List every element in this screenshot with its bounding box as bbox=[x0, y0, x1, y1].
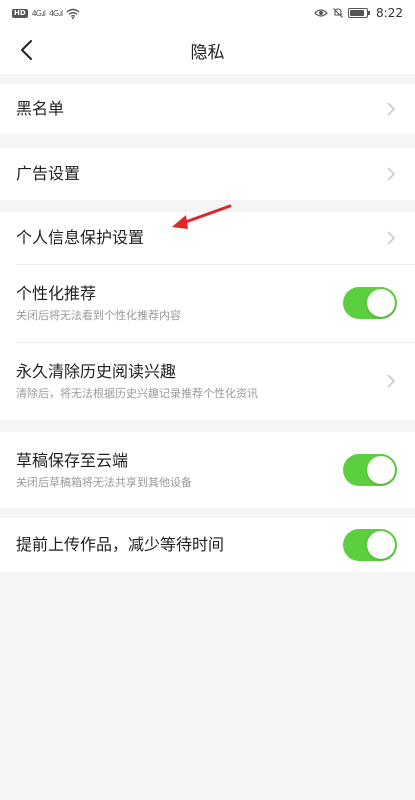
personalized-rec-toggle[interactable] bbox=[343, 287, 397, 319]
blacklist-row[interactable]: 黑名单 bbox=[0, 84, 415, 134]
section-personal: 个人信息保护设置 个性化推荐 关闭后将无法看到个性化推荐内容 永久清除历史阅读兴… bbox=[0, 212, 415, 420]
blacklist-label: 黑名单 bbox=[16, 99, 65, 118]
chevron-right-icon bbox=[381, 374, 395, 388]
personalized-rec-label: 个性化推荐 bbox=[16, 284, 97, 303]
status-time: 8:22 bbox=[376, 6, 403, 20]
toggle-knob bbox=[367, 289, 395, 317]
toggle-knob bbox=[367, 456, 395, 484]
chevron-right-icon bbox=[381, 102, 395, 116]
nav-bar: 隐私 bbox=[0, 26, 415, 74]
ads-settings-label: 广告设置 bbox=[16, 164, 81, 183]
pre-upload-label: 提前上传作品，减少等待时间 bbox=[16, 535, 225, 554]
chevron-right-icon bbox=[381, 231, 395, 245]
clear-history-desc: 清除后，将无法根据历史兴趣记录推荐个性化资讯 bbox=[16, 387, 258, 400]
section-blacklist: 黑名单 bbox=[0, 84, 415, 134]
page-title: 隐私 bbox=[190, 42, 225, 63]
mute-bell-icon bbox=[333, 8, 343, 18]
status-bar: HD 4G.ıl 4G.ıl 8:22 bbox=[0, 0, 415, 26]
battery-icon bbox=[348, 8, 371, 18]
eye-icon bbox=[314, 9, 328, 17]
status-bar-right: 8:22 bbox=[314, 6, 403, 20]
drafts-cloud-label: 草稿保存至云端 bbox=[16, 451, 129, 470]
drafts-cloud-desc: 关闭后草稿箱将无法共享到其他设备 bbox=[16, 476, 192, 489]
back-button[interactable] bbox=[10, 34, 42, 66]
info-protection-row[interactable]: 个人信息保护设置 bbox=[0, 212, 415, 264]
toggle-knob bbox=[367, 531, 395, 559]
clear-history-label: 永久清除历史阅读兴趣 bbox=[16, 362, 177, 381]
status-bar-left: HD 4G.ıl 4G.ıl bbox=[12, 8, 80, 19]
personalized-rec-desc: 关闭后将无法看到个性化推荐内容 bbox=[16, 309, 181, 322]
section-ads: 广告设置 bbox=[0, 148, 415, 200]
personalized-rec-row: 个性化推荐 关闭后将无法看到个性化推荐内容 bbox=[0, 264, 415, 342]
pre-upload-row: 提前上传作品，减少等待时间 bbox=[0, 518, 415, 572]
signal-icon-2: 4G.ıl bbox=[48, 8, 63, 18]
section-drafts: 草稿保存至云端 关闭后草稿箱将无法共享到其他设备 bbox=[0, 432, 415, 508]
clear-history-row[interactable]: 永久清除历史阅读兴趣 清除后，将无法根据历史兴趣记录推荐个性化资讯 bbox=[0, 342, 415, 420]
section-upload: 提前上传作品，减少等待时间 bbox=[0, 518, 415, 572]
signal-icon-1: 4G.ıl bbox=[31, 8, 46, 18]
info-protection-label: 个人信息保护设置 bbox=[16, 228, 145, 247]
drafts-cloud-row: 草稿保存至云端 关闭后草稿箱将无法共享到其他设备 bbox=[0, 432, 415, 508]
hd-badge: HD bbox=[12, 8, 28, 18]
ads-settings-row[interactable]: 广告设置 bbox=[0, 148, 415, 200]
wifi-icon bbox=[66, 8, 80, 19]
drafts-cloud-toggle[interactable] bbox=[343, 454, 397, 486]
pre-upload-toggle[interactable] bbox=[343, 529, 397, 561]
chevron-right-icon bbox=[381, 167, 395, 181]
chevron-left-icon bbox=[21, 40, 32, 60]
